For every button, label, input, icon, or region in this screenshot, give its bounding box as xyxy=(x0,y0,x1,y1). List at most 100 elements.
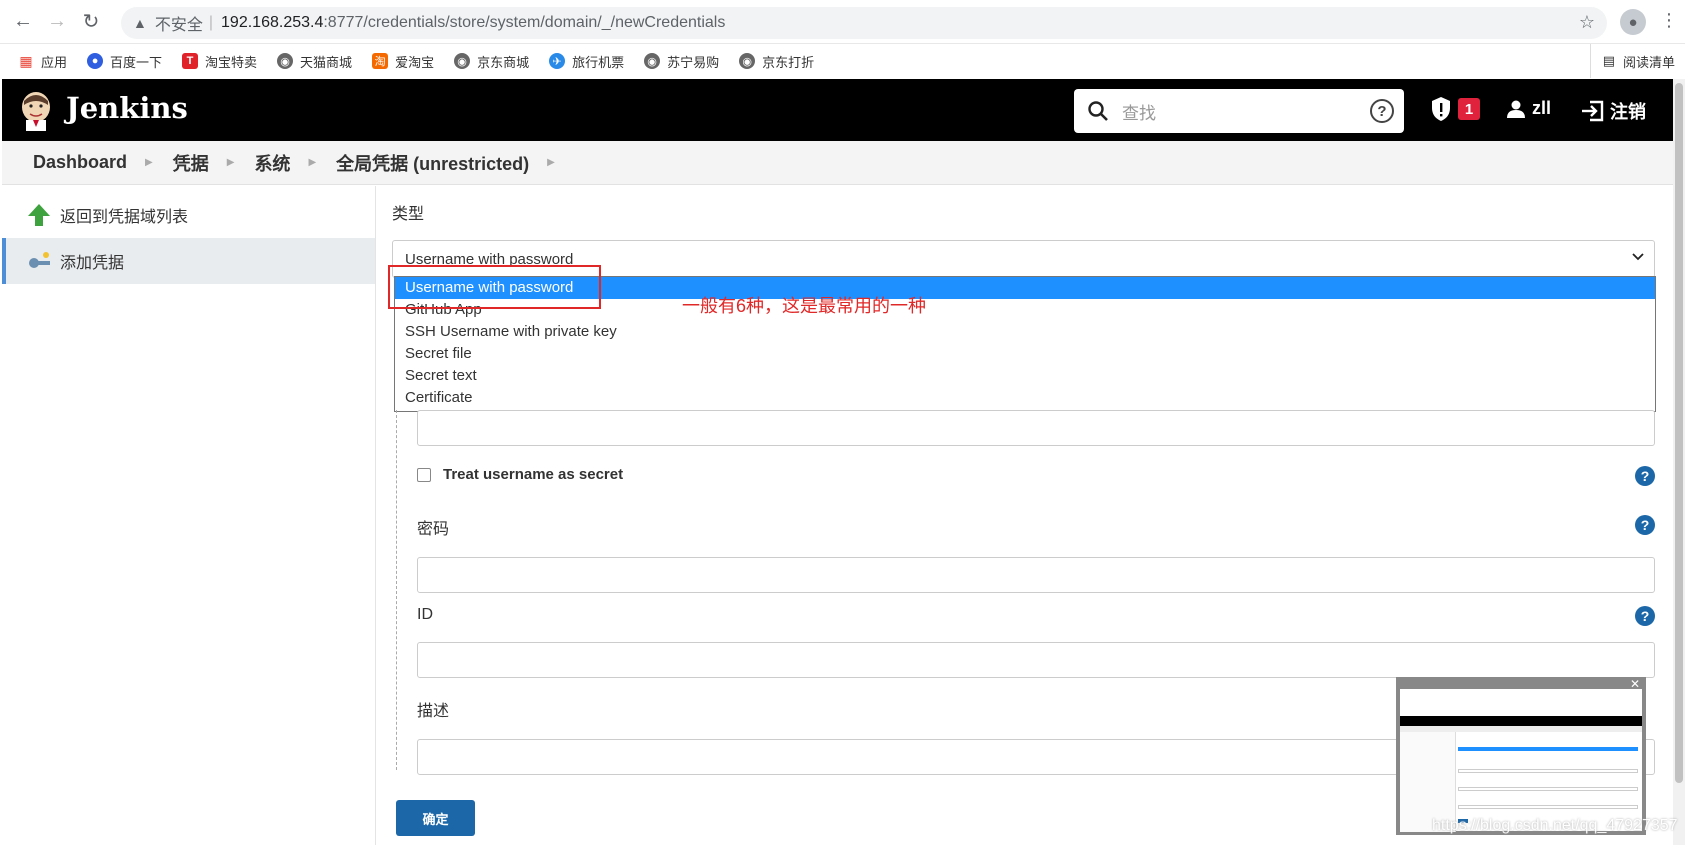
user-menu[interactable]: zll xyxy=(1506,98,1551,119)
id-input[interactable] xyxy=(417,642,1655,678)
id-label: ID xyxy=(417,606,433,623)
globe-icon: ◉ xyxy=(644,53,661,69)
chevron-right-icon[interactable]: ▶ xyxy=(308,157,316,168)
chevron-right-icon[interactable]: ▶ xyxy=(547,157,555,168)
profile-avatar-icon[interactable]: ● xyxy=(1620,9,1646,35)
thumbnail-selection xyxy=(1458,747,1638,751)
breadcrumb-dashboard[interactable]: Dashboard xyxy=(33,152,127,173)
password-field-block: 密码 ? xyxy=(417,515,1655,593)
password-label: 密码 xyxy=(417,521,450,538)
reading-list[interactable]: ▤ 阅读清单 xyxy=(1589,44,1675,78)
bookmark-label: 淘宝特卖 xyxy=(205,54,258,70)
help-icon[interactable]: ? xyxy=(1370,99,1394,123)
option-ssh-private-key[interactable]: SSH Username with private key xyxy=(395,321,1655,343)
thumbnail-header xyxy=(1400,716,1642,726)
thumbnail-field xyxy=(1458,805,1638,809)
baidu-paw-icon: ● xyxy=(87,53,104,69)
globe-icon: ◉ xyxy=(739,53,756,69)
treat-username-secret-checkbox[interactable] xyxy=(417,467,431,482)
url-host: 192.168.253.4 xyxy=(221,14,324,31)
bookmark-jd[interactable]: ◉ 京东商城 xyxy=(454,52,529,71)
type-label: 类型 xyxy=(392,206,425,223)
reading-list-icon: ▤ xyxy=(1602,53,1615,68)
jenkins-logo-icon[interactable] xyxy=(18,89,54,131)
url-separator: | xyxy=(208,14,214,31)
brand-title[interactable]: Jenkins xyxy=(66,91,188,125)
option-certificate[interactable]: Certificate xyxy=(395,387,1655,409)
reload-icon[interactable]: ↻ xyxy=(74,5,108,39)
bookmark-label: 爱淘宝 xyxy=(395,54,435,70)
help-question-icon[interactable]: ? xyxy=(1635,466,1655,486)
user-icon xyxy=(1507,100,1525,118)
forward-arrow-icon[interactable]: → xyxy=(40,5,74,39)
key-icon xyxy=(29,252,50,268)
sidebar-item-label: 返回到凭据域列表 xyxy=(60,209,189,226)
alert-count-badge: 1 xyxy=(1458,98,1480,120)
sidebar-item-back-to-domains[interactable]: 返回到凭据域列表 xyxy=(2,192,375,238)
logout-icon xyxy=(1582,100,1604,122)
breadcrumb-credentials[interactable]: 凭据 xyxy=(173,150,209,176)
help-question-icon[interactable]: ? xyxy=(1635,606,1655,626)
bookmark-label: 天猫商城 xyxy=(300,54,353,70)
browser-menu-icon[interactable]: ⋮ xyxy=(1660,10,1678,31)
page-scrollbar[interactable] xyxy=(1673,79,1685,845)
warning-icon: ▲ xyxy=(133,15,147,31)
scrollbar-thumb[interactable] xyxy=(1675,83,1683,783)
back-arrow-icon[interactable]: ← xyxy=(6,5,40,39)
aitaobao-icon: 淘 xyxy=(372,53,389,69)
breadcrumb: Dashboard ▶ 凭据 ▶ 系统 ▶ 全局凭据 (unrestricted… xyxy=(2,141,1675,185)
password-input[interactable] xyxy=(417,557,1655,593)
bookmark-travel[interactable]: ✈ 旅行机票 xyxy=(549,52,624,71)
annotation-text: 一般有6种，这是最常用的一种 xyxy=(682,296,927,316)
taobao-t-icon: T xyxy=(182,53,199,69)
chevron-down-icon xyxy=(1632,253,1644,261)
annotation-highlight-box xyxy=(388,265,601,309)
bookmark-label: 京东商城 xyxy=(477,54,530,70)
search-box[interactable]: 查找 ? xyxy=(1074,89,1404,133)
bookmark-jd-discount[interactable]: ◉ 京东打折 xyxy=(739,52,814,71)
help-question-icon[interactable]: ? xyxy=(1635,515,1655,535)
globe-icon: ◉ xyxy=(277,53,294,69)
insecure-label: 不安全 xyxy=(154,17,203,34)
chevron-right-icon[interactable]: ▶ xyxy=(145,157,153,168)
credential-form: 类型 Username with password Username with … xyxy=(392,200,1658,412)
address-bar[interactable]: ▲ 不安全 | 192.168.253.4 :8777/credentials/… xyxy=(121,7,1607,39)
up-arrow-icon xyxy=(28,204,50,226)
sidebar: 返回到凭据域列表 添加凭据 xyxy=(2,186,376,845)
globe-icon: ◉ xyxy=(454,53,471,69)
bookmark-taobao-sale[interactable]: T 淘宝特卖 xyxy=(182,52,257,71)
jenkins-header: Jenkins 查找 ? 1 zll 注销 xyxy=(2,79,1675,141)
bookmark-aitaobao[interactable]: 淘 爱淘宝 xyxy=(372,52,434,71)
search-placeholder: 查找 xyxy=(1122,103,1156,123)
bookmark-tmall[interactable]: ◉ 天猫商城 xyxy=(277,52,352,71)
bookmark-apps[interactable]: ▦ 应用 xyxy=(18,52,67,71)
logout-link[interactable]: 注销 xyxy=(1580,98,1646,124)
form-section-divider xyxy=(396,410,397,770)
breadcrumb-global-credentials[interactable]: 全局凭据 (unrestricted) xyxy=(336,150,529,176)
close-icon[interactable]: ✕ xyxy=(1630,677,1640,691)
option-secret-text[interactable]: Secret text xyxy=(395,365,1655,387)
reading-list-label: 阅读清单 xyxy=(1622,54,1675,70)
ok-button[interactable]: 确定 xyxy=(396,800,475,836)
bookmark-suning[interactable]: ◉ 苏宁易购 xyxy=(644,52,719,71)
username-field-block xyxy=(417,410,1655,446)
breadcrumb-system[interactable]: 系统 xyxy=(254,150,290,176)
search-icon xyxy=(1088,101,1108,121)
bookmark-label: 百度一下 xyxy=(110,54,163,70)
logout-label: 注销 xyxy=(1610,102,1646,122)
bookmark-star-icon[interactable]: ☆ xyxy=(1579,12,1595,33)
sidebar-item-add-credentials[interactable]: 添加凭据 xyxy=(2,238,375,284)
bookmarks-bar: ▦ 应用 ● 百度一下 T 淘宝特卖 ◉ 天猫商城 淘 爱淘宝 ◉ 京东商城 ✈… xyxy=(0,44,1685,78)
thumbnail-field xyxy=(1458,787,1638,791)
option-secret-file[interactable]: Secret file xyxy=(395,343,1655,365)
shield-icon xyxy=(1432,97,1450,121)
apps-grid-icon: ▦ xyxy=(19,52,33,69)
security-alert[interactable]: 1 xyxy=(1430,96,1480,122)
id-field-block: ID ? xyxy=(417,606,1655,678)
username-input[interactable] xyxy=(417,410,1655,446)
bookmark-baidu[interactable]: ● 百度一下 xyxy=(87,52,162,71)
screenshot-thumbnail[interactable]: ✕ xyxy=(1396,677,1646,835)
bookmark-label: 应用 xyxy=(41,54,68,70)
chevron-right-icon[interactable]: ▶ xyxy=(227,157,235,168)
user-name: zll xyxy=(1532,98,1552,118)
